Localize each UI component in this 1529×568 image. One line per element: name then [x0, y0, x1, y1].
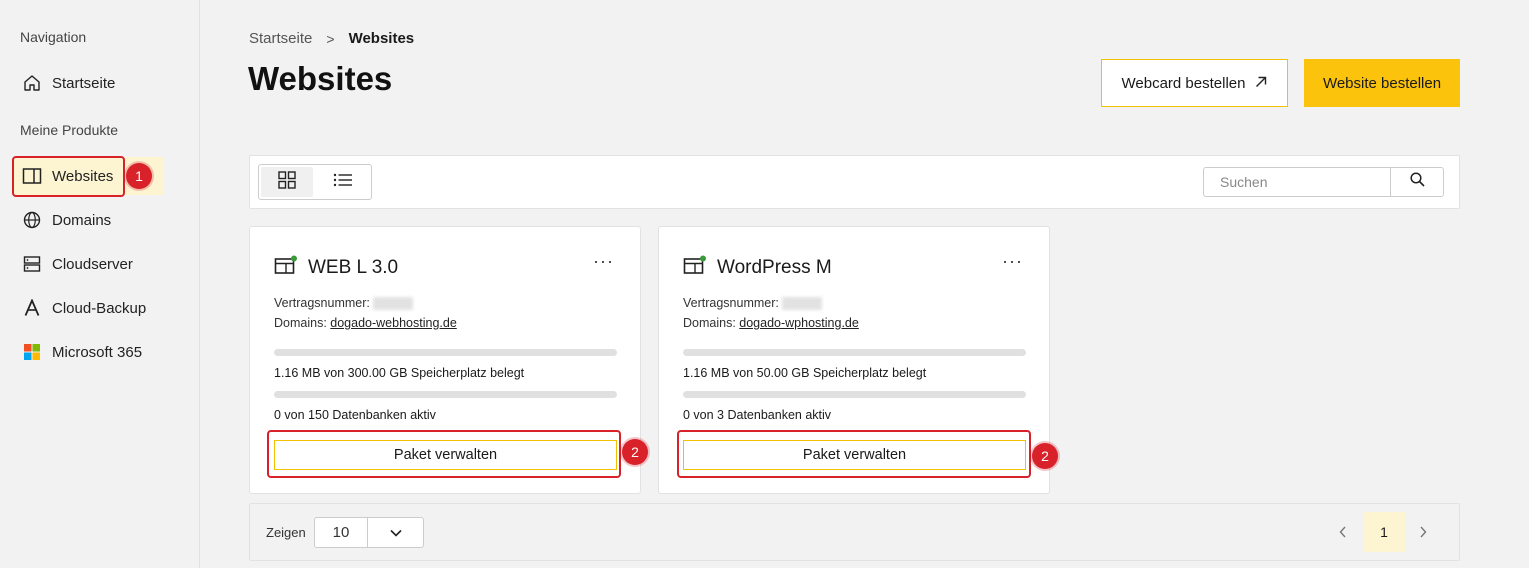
webcard-order-button[interactable]: Webcard bestellen — [1101, 59, 1288, 107]
contract-label: Vertragsnummer: — [683, 296, 779, 310]
step-badge-1: 1 — [126, 163, 152, 189]
page-number-current[interactable]: 1 — [1363, 512, 1405, 552]
breadcrumb-current: Websites — [348, 30, 415, 47]
per-page-value: 10 — [315, 518, 368, 547]
sidebar-item-label: Startseite — [52, 74, 116, 92]
sidebar-item-domains[interactable]: Domains — [14, 201, 164, 239]
home-icon — [22, 73, 42, 93]
step-badge-2: 2 — [1032, 443, 1058, 469]
sidebar-item-label: Cloud-Backup — [52, 299, 147, 317]
breadcrumb-separator: > — [326, 30, 335, 47]
toolbar — [249, 155, 1460, 209]
prev-page-icon[interactable] — [1339, 525, 1347, 541]
globe-icon — [22, 210, 42, 230]
sidebar-item-label: Microsoft 365 — [52, 343, 143, 361]
card-title: WEB L 3.0 — [308, 256, 399, 278]
sidebar-item-label: Domains — [52, 211, 112, 229]
sidebar: Navigation Startseite Meine Produkte Web… — [0, 0, 200, 568]
domains-label: Domains: — [274, 316, 327, 330]
card-header: WEB L 3.0 — [274, 255, 398, 280]
sidebar-item-label: Cloudserver — [52, 255, 133, 273]
domain-link[interactable]: dogado-wphosting.de — [739, 316, 859, 330]
database-progress-bar — [274, 391, 617, 398]
sidebar-item-cloud-backup[interactable]: Cloud-Backup — [14, 289, 164, 327]
sidebar-item-startseite[interactable]: Startseite — [14, 64, 164, 102]
database-progress-bar — [683, 391, 1026, 398]
grid-view-button[interactable] — [261, 167, 313, 197]
contract-label: Vertragsnummer: — [274, 296, 370, 310]
chevron-down-icon — [368, 518, 423, 547]
backup-icon — [22, 298, 42, 318]
server-icon — [22, 254, 42, 274]
search-box — [1203, 167, 1444, 197]
view-toggle — [258, 164, 372, 200]
microsoft-icon — [22, 342, 42, 362]
more-options-icon[interactable]: ··· — [1002, 251, 1023, 272]
redacted-value — [782, 297, 823, 311]
storage-progress-bar — [683, 349, 1026, 356]
contract-number: Vertragsnummer: — [683, 296, 823, 311]
list-view-button[interactable] — [315, 165, 371, 199]
website-order-button[interactable]: Website bestellen — [1304, 59, 1460, 107]
webhosting-icon — [274, 255, 298, 280]
storage-progress-bar — [274, 349, 617, 356]
sidebar-item-microsoft-365[interactable]: Microsoft 365 — [14, 333, 164, 371]
webhosting-icon — [683, 255, 707, 280]
domains-label: Domains: — [683, 316, 736, 330]
breadcrumb-home-link[interactable]: Startseite — [249, 30, 312, 47]
contract-number: Vertragsnummer: — [274, 296, 414, 311]
domains-info: Domains: dogado-wphosting.de — [683, 316, 859, 330]
webcard-order-label: Webcard bestellen — [1121, 74, 1246, 92]
grid-icon — [278, 170, 296, 194]
breadcrumb: Startseite > Websites — [249, 30, 414, 47]
database-usage-text: 0 von 150 Datenbanken aktiv — [274, 408, 436, 422]
external-link-icon — [1255, 75, 1267, 92]
sidebar-products-heading: Meine Produkte — [20, 122, 119, 138]
database-usage-text: 0 von 3 Datenbanken aktiv — [683, 408, 832, 422]
list-icon — [333, 173, 353, 192]
highlight-box-manage-2 — [677, 430, 1031, 478]
step-badge-2: 2 — [622, 439, 648, 465]
highlight-box-websites — [12, 156, 125, 197]
search-icon — [1409, 172, 1425, 192]
domains-info: Domains: dogado-webhosting.de — [274, 316, 457, 330]
show-label: Zeigen — [266, 525, 306, 540]
search-button[interactable] — [1390, 168, 1443, 196]
page-title: Websites — [248, 60, 393, 97]
domain-link[interactable]: dogado-webhosting.de — [330, 316, 457, 330]
search-input[interactable] — [1204, 168, 1390, 196]
redacted-value — [373, 297, 414, 311]
next-page-icon[interactable] — [1419, 525, 1427, 541]
pagination-bar: Zeigen 10 1 — [249, 503, 1460, 561]
card-title: WordPress M — [717, 256, 832, 278]
highlight-box-manage-1 — [267, 430, 621, 478]
more-options-icon[interactable]: ··· — [593, 251, 614, 272]
per-page-select[interactable]: 10 — [314, 517, 424, 548]
card-header: WordPress M — [683, 255, 832, 280]
sidebar-nav-heading: Navigation — [20, 29, 87, 45]
storage-usage-text: 1.16 MB von 300.00 GB Speicherplatz bele… — [274, 366, 525, 380]
storage-usage-text: 1.16 MB von 50.00 GB Speicherplatz beleg… — [683, 366, 927, 380]
sidebar-item-cloudserver[interactable]: Cloudserver — [14, 245, 164, 283]
